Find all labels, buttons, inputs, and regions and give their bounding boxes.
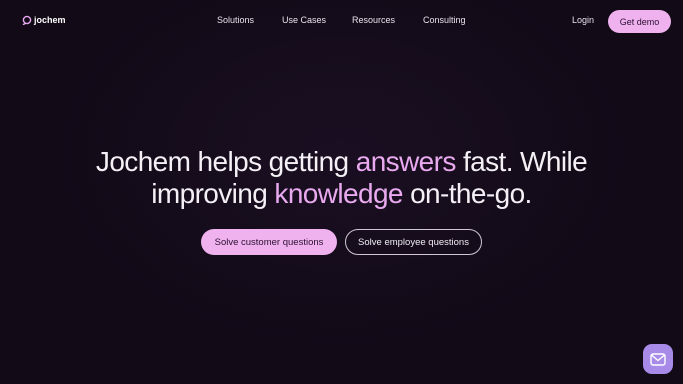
- hero-accent-knowledge: knowledge: [274, 178, 403, 209]
- get-demo-button[interactable]: Get demo: [608, 10, 671, 33]
- nav-item-use-cases[interactable]: Use Cases: [282, 15, 326, 25]
- nav-item-solutions[interactable]: Solutions: [217, 15, 254, 25]
- nav-item-resources[interactable]: Resources: [352, 15, 395, 25]
- landing-page: jochem Solutions Use Cases Resources Con…: [0, 0, 683, 384]
- nav-item-consulting[interactable]: Consulting: [423, 15, 466, 25]
- hero-text: Jochem helps getting: [95, 146, 356, 177]
- login-link[interactable]: Login: [572, 15, 594, 25]
- hero-line-1: Jochem helps getting answers fast. While: [0, 146, 683, 178]
- solve-customer-questions-button[interactable]: Solve customer questions: [201, 229, 337, 255]
- hero-accent-answers: answers: [355, 146, 457, 177]
- hero-text: fast. While: [455, 146, 588, 177]
- solve-employee-questions-button[interactable]: Solve employee questions: [345, 229, 482, 255]
- chat-button[interactable]: [643, 344, 673, 374]
- hero-line-2: improving knowledge on-the-go.: [0, 178, 683, 210]
- envelope-icon: [650, 352, 666, 366]
- hero-heading: Jochem helps getting answers fast. While…: [0, 146, 683, 210]
- hero-text: improving: [151, 178, 275, 209]
- hero-text: on-the-go.: [402, 178, 532, 209]
- cta-row: Solve customer questions Solve employee …: [201, 229, 482, 255]
